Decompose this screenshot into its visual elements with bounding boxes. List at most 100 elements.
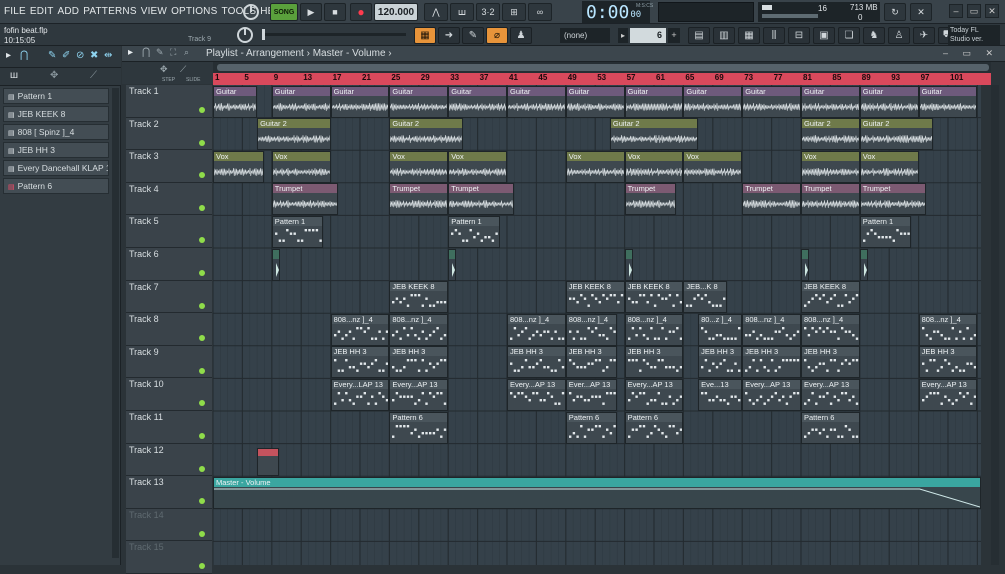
track-header[interactable]: Track 11 <box>126 411 212 444</box>
playlist-clip[interactable]: Pattern 1 <box>271 215 324 248</box>
playlist-clip[interactable]: Guitar <box>624 85 684 118</box>
playlist-clip[interactable]: Vox <box>271 150 331 183</box>
track-header[interactable]: Track 8 <box>126 313 212 346</box>
playlist-clip[interactable]: Every...AP 13 <box>918 378 978 411</box>
playlist-tool-button[interactable]: ▦ <box>414 27 436 44</box>
pattern-prev-button[interactable]: ▸ <box>618 28 628 43</box>
pattern-item[interactable]: ▤ Pattern 1 <box>3 88 109 104</box>
track-active-indicator[interactable] <box>199 433 205 439</box>
playlist-clip[interactable]: JEB HH 3 <box>389 346 449 379</box>
playlist-clip[interactable] <box>801 248 809 281</box>
track-header[interactable]: Track 1 <box>126 85 212 118</box>
browser-scrollbar[interactable] <box>112 88 119 558</box>
menu-edit[interactable]: EDIT <box>30 6 54 17</box>
playlist-clip[interactable]: Vox <box>565 150 625 183</box>
touch-keyboard-button[interactable]: ♙ <box>888 27 910 44</box>
playlist-clip[interactable]: JEB KEEK 8 <box>624 281 684 314</box>
slide-tool-icon[interactable]: ⟋ <box>180 64 186 75</box>
playlist-clip[interactable]: 808...nz ]_4 <box>507 313 566 346</box>
playlist-clip[interactable]: Trumpet <box>271 183 338 216</box>
song-mode-toggle[interactable]: SONG <box>270 3 298 21</box>
playlist-clip[interactable]: Vox <box>801 150 860 183</box>
playlist-clip[interactable]: Pattern 1 <box>448 215 500 248</box>
track-header[interactable]: Track 6 <box>126 248 212 281</box>
playlist-clip[interactable]: Guitar <box>507 85 566 118</box>
zoom-tool-icon[interactable]: ⌕ <box>184 47 189 58</box>
track-header[interactable]: Track 12 <box>126 443 212 477</box>
pattern-selector[interactable]: (none) <box>560 28 610 43</box>
playlist-clip[interactable]: Trumpet <box>389 183 449 216</box>
magnet-icon[interactable]: ⋂ <box>20 50 28 61</box>
playlist-clip[interactable]: Every...AP 13 <box>801 378 860 411</box>
delete-icon[interactable]: ⊘ <box>76 50 84 61</box>
playlist-clip[interactable]: JEB KEEK 8 <box>801 281 860 314</box>
plugin-db-button[interactable]: ❏ <box>838 27 860 44</box>
playlist-window-button[interactable]: ▤ <box>688 27 710 44</box>
playlist-clip[interactable]: Trumpet <box>801 183 860 216</box>
browser-button[interactable]: ▣ <box>813 27 835 44</box>
tempo-tap-button[interactable]: ♞ <box>863 27 885 44</box>
track-header[interactable]: Track 7 <box>126 280 212 314</box>
track-header[interactable]: Track 9 <box>126 345 212 379</box>
track-active-indicator[interactable] <box>199 498 205 505</box>
playlist-clip[interactable]: JEB KEEK 8 <box>389 281 449 314</box>
playlist-clip[interactable]: Trumpet <box>742 183 801 216</box>
playlist-clip[interactable] <box>448 248 457 281</box>
playlist-clip[interactable]: Every...AP 13 <box>389 378 449 411</box>
close-icon[interactable]: ✕ <box>985 4 999 18</box>
track-active-indicator[interactable] <box>199 530 205 537</box>
playlist-clip[interactable]: 808...nz ]_4 <box>565 313 618 346</box>
playlist-clip[interactable]: Every...AP 13 <box>624 378 684 411</box>
wait-input-button[interactable]: ꟺ <box>450 3 474 21</box>
menu-view[interactable]: VIEW <box>141 6 167 17</box>
link-tool-button[interactable]: ⌀ <box>486 27 508 44</box>
track-active-indicator[interactable] <box>199 563 205 570</box>
select-tool-icon[interactable]: ⛶ <box>170 47 176 58</box>
playlist-clip[interactable]: 808...nz ]_4 <box>389 313 449 346</box>
channel-rack-button[interactable]: ▦ <box>738 27 760 44</box>
track-header[interactable]: Track 10 <box>126 378 212 411</box>
playlist-clip[interactable]: 80...z ]_4 <box>698 313 743 346</box>
playlist-clip[interactable]: JEB HH 3 <box>507 346 566 379</box>
playlist-clip[interactable] <box>624 248 633 281</box>
play-button[interactable]: ▶ <box>300 3 322 21</box>
playlist-clip[interactable]: Vox <box>213 150 265 183</box>
playlist-clip[interactable]: Guitar 2 <box>859 118 934 151</box>
playlist-clip[interactable]: Pattern 6 <box>801 411 860 444</box>
playlist-clip[interactable]: Guitar 2 <box>257 118 331 151</box>
stop-button[interactable]: ■ <box>324 3 346 21</box>
piano-roll-button[interactable]: ▥ <box>713 27 735 44</box>
countdown-button[interactable]: 3·2 <box>476 3 500 21</box>
track-header[interactable]: Track 5 <box>126 215 212 248</box>
playlist-clip[interactable]: Guitar 2 <box>801 118 860 151</box>
playlist-clip[interactable]: JEB HH 3 <box>801 346 860 379</box>
brush-icon[interactable]: ✐ <box>62 50 70 61</box>
menu-file[interactable]: FILE <box>4 6 26 17</box>
playlist-clip[interactable]: JEB HH 3 <box>330 346 390 379</box>
playlist-clip[interactable]: 808...nz ]_4 <box>742 313 801 346</box>
pattern-item[interactable]: ▤ Pattern 6 <box>3 178 109 194</box>
track-header[interactable]: Track 3 <box>126 150 212 183</box>
playlist-clip[interactable]: Trumpet <box>448 183 515 216</box>
playlist-clip[interactable]: JEB HH 3 <box>624 346 684 379</box>
playlist-clip[interactable]: Vox <box>448 150 507 183</box>
playlist-clip[interactable]: Vox <box>389 150 449 183</box>
slip-icon[interactable]: ⇹ <box>104 50 112 61</box>
playlist-clip[interactable]: Trumpet <box>859 183 926 216</box>
draw-tool-button[interactable]: ✎ <box>462 27 484 44</box>
pattern-item[interactable]: ▤ JEB KEEK 8 <box>3 106 109 122</box>
scroll-thumb[interactable] <box>217 64 989 71</box>
playlist-clip[interactable]: Every...LAP 13 <box>330 378 390 411</box>
panic-button[interactable]: ✕ <box>910 3 932 21</box>
playlist-clip[interactable]: JEB HH 3 <box>918 346 978 379</box>
track-active-indicator[interactable] <box>199 302 205 309</box>
slide-icon[interactable]: ⟋ <box>90 70 97 81</box>
playlist-grid[interactable]: Guitar Guitar Guitar Guitar Guitar Guitar Guit… <box>213 85 981 565</box>
playlist-clip[interactable]: 808...nz ]_4 <box>801 313 860 346</box>
track-header[interactable]: Track 13 <box>126 476 212 509</box>
pencil-tool-icon[interactable]: ✎ <box>156 47 164 58</box>
playlist-clip[interactable]: JEB...K 8 <box>683 281 728 314</box>
playlist-clip[interactable]: Guitar <box>389 85 449 118</box>
vertical-scrollbar[interactable] <box>991 85 999 565</box>
playlist-clip[interactable]: Guitar <box>742 85 801 118</box>
